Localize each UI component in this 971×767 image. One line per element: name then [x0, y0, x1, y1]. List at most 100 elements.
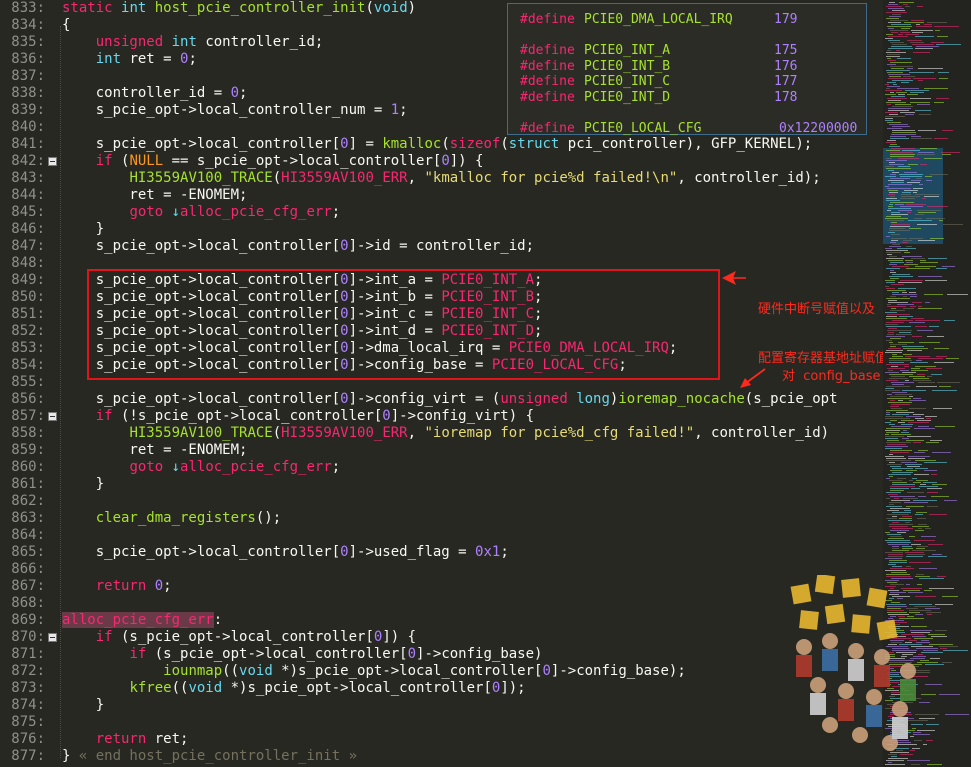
- code-token: s_pcie_opt->local_controller[: [62, 238, 341, 254]
- minimap-line: [910, 98, 931, 99]
- minimap-line: [898, 342, 914, 343]
- minimap-line: [887, 54, 900, 55]
- minimap-line: [921, 536, 936, 537]
- line-number: 844:: [11, 187, 45, 203]
- code-token: (: [272, 425, 282, 441]
- line-number: 860:: [11, 459, 45, 475]
- minimap-line: [885, 416, 903, 417]
- minimap-line: [886, 268, 900, 269]
- code-text: kfree((void *)s_pcie_opt->local_controll…: [62, 680, 525, 697]
- code-token: 0: [340, 238, 349, 254]
- minimap-line: [902, 438, 909, 439]
- code-token: :: [213, 612, 223, 628]
- code-token: (: [365, 0, 374, 16]
- minimap-line: [886, 198, 897, 199]
- minimap-line: [906, 246, 912, 247]
- minimap-line: [899, 518, 912, 519]
- minimap-line: [892, 130, 915, 131]
- code-token: int: [95, 51, 122, 67]
- code-token: s_pcie_opt->local_controller[: [62, 136, 341, 152]
- minimap-line: [938, 72, 949, 73]
- code-text: int ret = 0;: [62, 51, 197, 68]
- minimap-line: [903, 240, 912, 241]
- minimap-line: [892, 522, 899, 523]
- minimap-line: [885, 388, 894, 389]
- code-token: ↓: [171, 459, 181, 475]
- minimap-line: [922, 198, 926, 199]
- minimap-line: [924, 294, 943, 295]
- minimap-line: [918, 450, 928, 451]
- minimap-line: [889, 560, 907, 561]
- minimap-line: [889, 124, 908, 125]
- minimap-line: [887, 128, 902, 129]
- minimap-line: [909, 480, 913, 481]
- minimap-line: [917, 6, 923, 7]
- minimap-line: [888, 28, 894, 29]
- minimap-line: [886, 70, 910, 71]
- code-token: HI3559AV100_TRACE: [129, 425, 273, 441]
- line-number: 834:: [11, 17, 45, 33]
- minimap-line: [934, 362, 954, 363]
- minimap-line: [926, 442, 939, 443]
- minimap-line: [925, 176, 932, 177]
- fold-toggle-icon[interactable]: [48, 412, 57, 421]
- minimap-line: [935, 426, 955, 427]
- code-token: ]) {: [382, 629, 417, 645]
- minimap-line: [887, 104, 891, 105]
- code-token: « end host_pcie_controller_init »: [78, 748, 358, 764]
- line-number: 875:: [11, 714, 45, 730]
- minimap-line: [888, 494, 898, 495]
- code-token: long: [576, 391, 610, 407]
- code-token: 0: [340, 544, 349, 560]
- minimap-line: [936, 268, 947, 269]
- code-token: sizeof: [449, 136, 501, 152]
- fold-toggle-icon[interactable]: [48, 157, 57, 166]
- minimap-line: [887, 464, 902, 465]
- minimap-line: [906, 262, 913, 263]
- minimap-line: [891, 46, 912, 47]
- minimap-line: [890, 226, 910, 227]
- minimap-line: [918, 306, 922, 307]
- minimap-line: [911, 368, 920, 369]
- minimap-line: [912, 478, 917, 479]
- minimap-line: [886, 492, 901, 493]
- minimap-line: [924, 470, 937, 471]
- minimap-line: [909, 72, 934, 73]
- minimap-line: [924, 196, 939, 197]
- minimap-line: [900, 370, 909, 371]
- minimap-line: [886, 52, 906, 53]
- minimap-line: [927, 206, 948, 207]
- fold-toggle-icon[interactable]: [48, 633, 57, 642]
- minimap-line: [890, 144, 897, 145]
- minimap-line: [942, 662, 952, 663]
- code-token: goto: [129, 204, 164, 220]
- code-token: kmalloc: [382, 136, 442, 152]
- code-token: s_pcie_opt->local_controller_num =: [62, 102, 391, 118]
- minimap-line: [899, 332, 911, 333]
- minimap-line: [886, 288, 895, 289]
- minimap-line: [886, 412, 890, 413]
- minimap-line: [885, 166, 894, 167]
- minimap-line: [913, 378, 929, 379]
- minimap-line: [904, 366, 909, 367]
- minimap-line: [915, 514, 923, 515]
- minimap-line: [888, 180, 904, 181]
- minimap-line: [892, 292, 899, 293]
- code-token: s_pcie_opt->local_controller[: [62, 544, 341, 560]
- code-text: controller_id = 0;: [62, 85, 248, 102]
- code-token: void: [373, 0, 408, 16]
- minimap-line: [891, 434, 911, 435]
- code-token: return: [95, 731, 147, 747]
- minimap-line: [916, 548, 925, 549]
- minimap-line: [890, 452, 909, 453]
- minimap-line: [889, 342, 893, 343]
- minimap-line: [928, 556, 947, 557]
- minimap-line: [897, 478, 906, 479]
- minimap-line: [885, 352, 902, 353]
- minimap-line: [891, 222, 897, 223]
- code-token: , controller_id);: [677, 170, 821, 186]
- minimap-line: [890, 338, 901, 339]
- minimap-line: [889, 502, 901, 503]
